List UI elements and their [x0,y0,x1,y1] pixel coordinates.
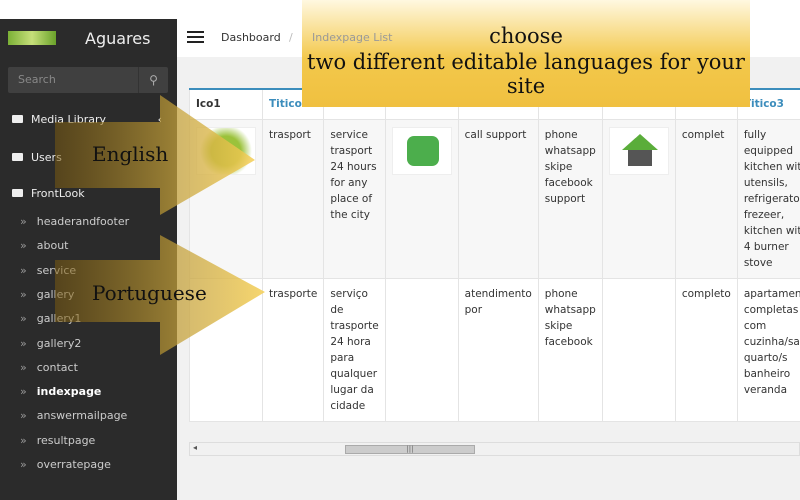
breadcrumb-current: Indexpage List [312,31,393,44]
callout-box: choose two different editable languages … [302,0,750,107]
portuguese-label: Portuguese [92,281,207,305]
callout-line2: two different editable languages for you… [307,50,745,98]
english-label: English [92,142,169,166]
